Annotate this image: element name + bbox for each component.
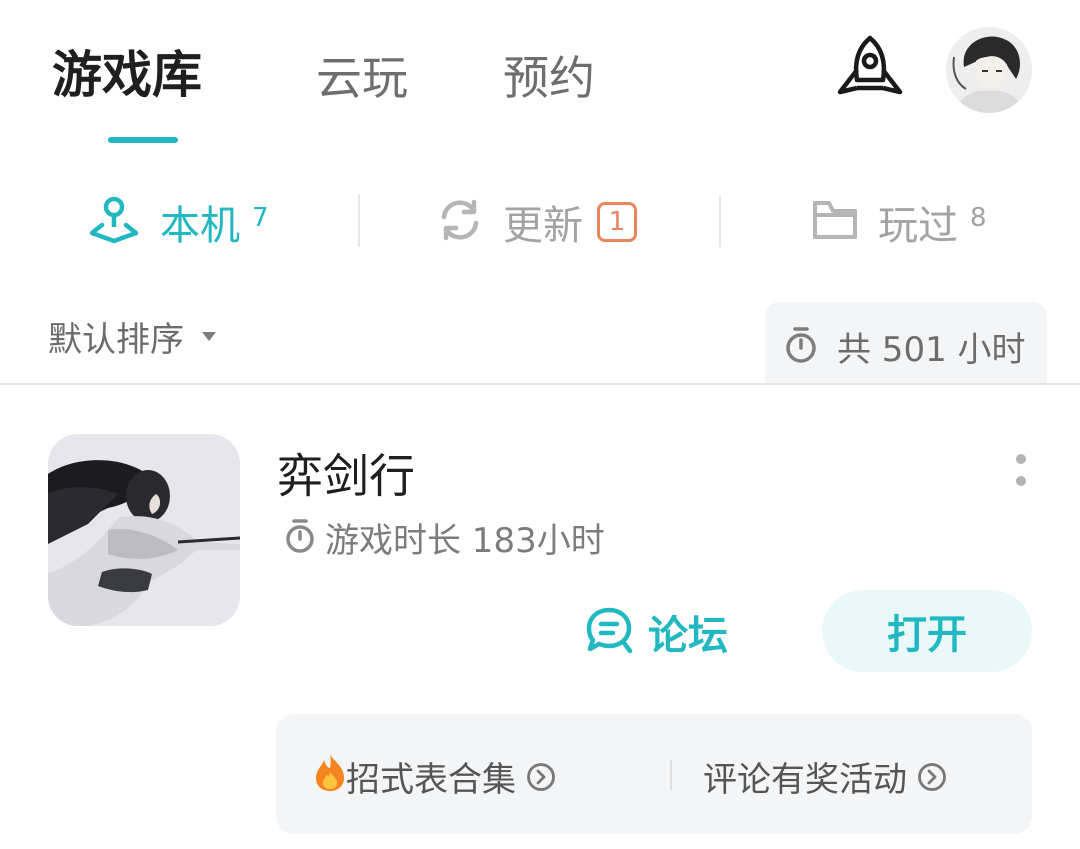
circle-arrow-icon [526,761,556,791]
total-playtime-panel: 共 501 小时 [765,302,1047,384]
subtab-updates[interactable]: 更新 1 [437,190,637,254]
joystick-icon [88,195,140,249]
more-options-icon[interactable] [1012,452,1030,492]
dot [1016,476,1026,486]
subtab-played[interactable]: 玩过 8 [812,190,987,254]
activity-move-list-label: 招式表合集 [346,759,516,800]
tab-cloud-play[interactable]: 云玩 [316,45,408,111]
activity-divider [670,760,672,790]
forum-button-label: 论坛 [648,613,728,659]
active-tab-indicator [108,137,178,143]
refresh-icon [437,197,483,247]
game-title: 弈剑行 [277,449,415,503]
subtab-local-label: 本机 [160,203,240,249]
section-divider [0,383,1080,385]
subtab-local-count: 7 [252,203,269,233]
subtab-updates-label: 更新 [503,203,583,249]
caret-down-icon[interactable] [202,332,216,341]
subtab-divider [719,195,721,247]
game-playtime: 游戏时长 183小时 [325,521,605,561]
stopwatch-icon [283,518,317,558]
activity-comment-reward-label: 评论有奖活动 [703,759,907,800]
activity-strip: 招式表合集 评论有奖活动 [276,714,1032,834]
subtab-divider [358,195,360,247]
activity-comment-reward[interactable]: 评论有奖活动 [703,752,947,800]
fire-icon [314,752,346,801]
game-icon[interactable] [48,434,240,626]
circle-arrow-icon [917,761,947,791]
dot [1016,454,1026,464]
subtab-played-count: 8 [970,203,987,233]
user-avatar[interactable] [946,27,1032,113]
subtab-local[interactable]: 本机 7 [88,190,269,254]
tab-game-library[interactable]: 游戏库 [52,42,202,108]
chat-icon [584,605,634,659]
update-count-badge: 1 [597,202,637,242]
rocket-icon[interactable] [833,32,907,106]
activity-move-list[interactable]: 招式表合集 [314,752,556,800]
tab-reservation[interactable]: 预约 [503,45,595,111]
forum-button[interactable]: 论坛 [584,603,728,661]
stopwatch-icon [783,326,819,368]
open-game-button[interactable]: 打开 [822,590,1032,672]
folder-icon [812,199,858,245]
subtab-played-label: 玩过 [878,203,958,249]
sort-dropdown[interactable]: 默认排序 [48,312,184,361]
total-playtime-text: 共 501 小时 [837,330,1026,370]
